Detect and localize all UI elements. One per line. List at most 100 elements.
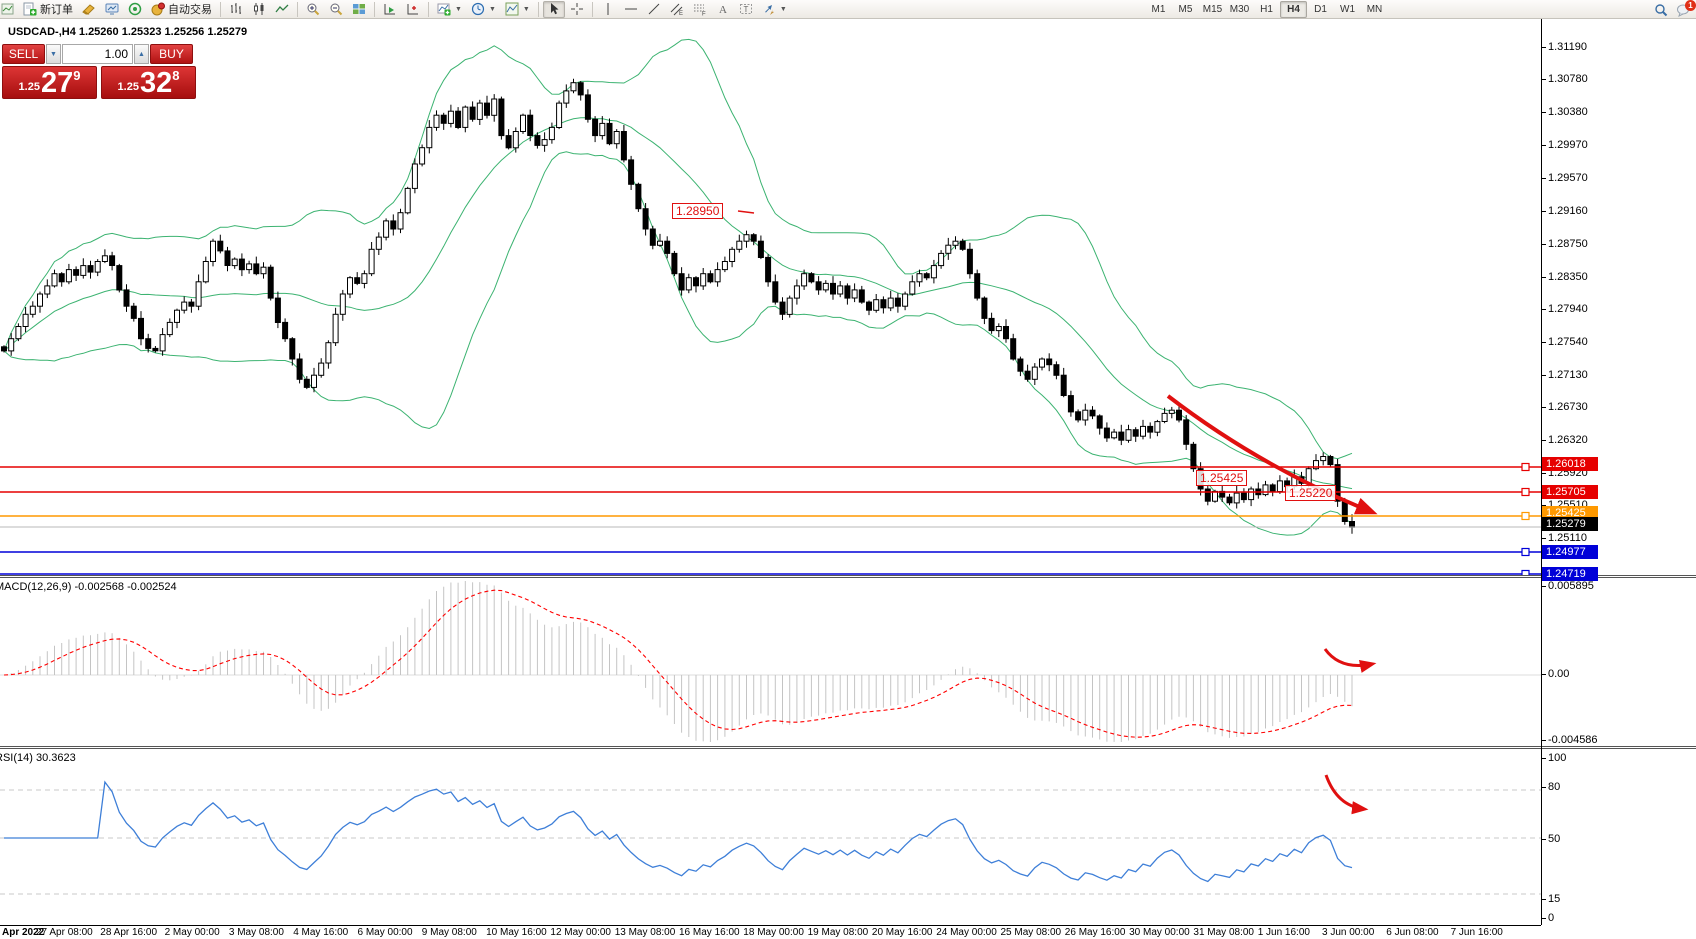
sell-price-box[interactable]: 1.25 27 9	[2, 66, 97, 99]
date-label: 9 May 08:00	[422, 927, 477, 938]
toolbar-separator	[428, 2, 429, 17]
timeframe-h4[interactable]: H4	[1280, 1, 1307, 18]
timeframe-d1[interactable]: D1	[1307, 1, 1334, 18]
trend-arrow[interactable]	[1325, 649, 1372, 666]
line-handle	[1522, 489, 1529, 496]
rsi-value: 30.3623	[36, 752, 76, 764]
line-handle	[1522, 549, 1529, 556]
trend-arrow[interactable]	[1326, 775, 1364, 809]
timeframe-m30[interactable]: M30	[1226, 1, 1253, 18]
date-label: 30 May 00:00	[1129, 927, 1190, 938]
market-watch-button[interactable]	[101, 1, 123, 18]
macd-value-signal: -0.002524	[127, 581, 177, 593]
macd-tick-label: 0.00	[1548, 668, 1569, 680]
svg-text:A: A	[719, 4, 727, 16]
cursor-icon	[547, 2, 561, 16]
buy-button[interactable]: BUY	[150, 44, 193, 64]
time-axis: Apr 202227 Apr 08:0028 Apr 16:002 May 00…	[0, 927, 1696, 939]
trendline-tool-button[interactable]	[643, 1, 665, 18]
mt4-terminal: 新订单 自动交易	[0, 0, 1696, 939]
macd-label: MACD(12,26,9) -0.002568 -0.002524	[0, 581, 177, 593]
new-order-button[interactable]: 新订单	[19, 1, 77, 18]
zoom-in-icon	[306, 2, 320, 16]
svg-text:T: T	[743, 5, 748, 14]
price-tick-label: 1.27940	[1548, 303, 1588, 315]
trend-arrow[interactable]	[1168, 396, 1372, 512]
indicators-button[interactable]: ▼	[433, 1, 466, 18]
macd-histogram	[4, 581, 1352, 742]
buy-price-box[interactable]: 1.25 32 8	[101, 66, 196, 99]
timeframe-m5[interactable]: M5	[1172, 1, 1199, 18]
rsi-tick-label: 50	[1548, 833, 1560, 845]
tile-windows-button[interactable]	[348, 1, 370, 18]
text-label-tool-button[interactable]: T	[735, 1, 757, 18]
signal-icon	[128, 2, 142, 16]
auto-scroll-button[interactable]	[379, 1, 401, 18]
toolbar-separator	[297, 2, 298, 17]
trendline-icon	[647, 2, 661, 16]
search-icon[interactable]	[1654, 3, 1668, 17]
horizontal-line-tool-button[interactable]	[620, 1, 642, 18]
timeframe-mn[interactable]: MN	[1361, 1, 1388, 18]
line-chart-icon	[275, 2, 289, 16]
crosshair-icon	[570, 2, 584, 16]
channel-tool-button[interactable]: E	[666, 1, 688, 18]
price-tick-label: 1.26730	[1548, 401, 1588, 413]
cursor-tool-button[interactable]	[543, 1, 565, 18]
candlestick-chart-button[interactable]	[248, 1, 270, 18]
timeframe-h1[interactable]: H1	[1253, 1, 1280, 18]
toolbar: 新订单 自动交易	[0, 0, 1696, 19]
template-icon	[505, 2, 519, 16]
eraser-button[interactable]	[78, 1, 100, 18]
templates-button[interactable]: ▼	[501, 1, 534, 18]
date-label: 2 May 00:00	[165, 927, 220, 938]
price-badge: 1.25279	[1542, 517, 1598, 531]
date-label: 27 Apr 08:00	[36, 927, 93, 938]
rsi-label: RSI(14) 30.3623	[0, 752, 76, 764]
buy-price-big: 32	[140, 69, 172, 97]
vertical-line-icon	[601, 2, 615, 16]
timeframe-w1[interactable]: W1	[1334, 1, 1361, 18]
dropdown-caret: ▼	[523, 6, 530, 13]
time-axis-border	[0, 925, 1541, 926]
price-badge: 1.24977	[1542, 545, 1598, 559]
vertical-line-tool-button[interactable]	[597, 1, 619, 18]
crosshair-tool-button[interactable]	[566, 1, 588, 18]
date-label: 13 May 08:00	[615, 927, 676, 938]
signal-button[interactable]	[124, 1, 146, 18]
volume-input[interactable]	[62, 44, 133, 64]
chart-shift-button[interactable]	[402, 1, 424, 18]
date-label: 16 May 16:00	[679, 927, 740, 938]
fibonacci-tool-button[interactable]: F	[689, 1, 711, 18]
sell-button[interactable]: SELL	[2, 44, 45, 64]
bar-chart-button[interactable]	[225, 1, 247, 18]
panel-separator[interactable]	[0, 746, 1696, 749]
timeframe-toolbar: M1M5M15M30H1H4D1W1MN	[1145, 1, 1388, 18]
timeframe-m1[interactable]: M1	[1145, 1, 1172, 18]
date-label: 26 May 16:00	[1065, 927, 1126, 938]
timeframe-m15[interactable]: M15	[1199, 1, 1226, 18]
chart-window: USDCAD-,H4 1.25260 1.25323 1.25256 1.252…	[0, 19, 1696, 939]
line-handle	[1522, 464, 1529, 471]
dropdown-caret: ▼	[780, 6, 787, 13]
main-chart-canvas[interactable]	[0, 19, 1541, 575]
notification-badge: 1	[1685, 0, 1696, 11]
date-label: 19 May 08:00	[808, 927, 869, 938]
text-tool-button[interactable]: A	[712, 1, 734, 18]
dropdown-caret: ▼	[455, 6, 462, 13]
macd-panel-canvas[interactable]	[0, 578, 1541, 746]
zoom-in-button[interactable]	[302, 1, 324, 18]
panel-separator[interactable]	[0, 575, 1696, 578]
volume-increase-button[interactable]: ▲	[134, 44, 149, 64]
price-tick-label: 1.25110	[1548, 532, 1587, 544]
periods-button[interactable]: ▼	[467, 1, 500, 18]
rsi-panel-canvas[interactable]	[0, 749, 1541, 925]
volume-decrease-button[interactable]: ▼	[46, 44, 61, 64]
arrows-tool-button[interactable]: ▼	[758, 1, 791, 18]
price-badge: 1.26018	[1542, 457, 1598, 471]
auto-trading-button[interactable]: 自动交易	[147, 1, 216, 18]
notifications-button[interactable]: 1	[1676, 3, 1690, 17]
date-label: 24 May 00:00	[936, 927, 997, 938]
line-chart-button[interactable]	[271, 1, 293, 18]
zoom-out-button[interactable]	[325, 1, 347, 18]
